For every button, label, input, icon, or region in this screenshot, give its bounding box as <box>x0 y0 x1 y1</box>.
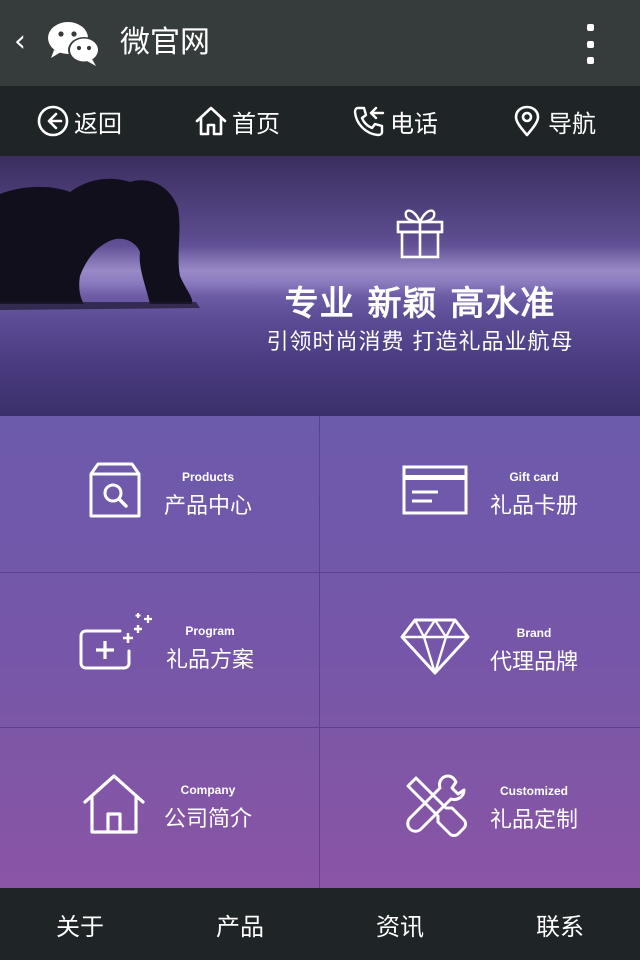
grid-item-program[interactable]: Program 礼品方案 <box>0 573 320 728</box>
arrow-left-circle-icon <box>37 105 69 137</box>
tools-icon <box>406 774 467 837</box>
grid-item-en-label: Company <box>180 783 236 797</box>
grid-item-en-label: Gift card <box>509 470 559 484</box>
grid-item-company[interactable]: Company 公司简介 <box>0 728 320 888</box>
top-nav: 返回 首页 电话 导航 <box>0 86 640 156</box>
product-search-box-icon <box>89 462 141 518</box>
grid-item-cn-label: 礼品定制 <box>489 808 578 833</box>
nav-map-label: 导航 <box>548 109 596 138</box>
tab-news[interactable]: 资讯 <box>320 888 480 960</box>
hero-banner: 专业 新颖 高水准 引领时尚消费 打造礼品业航母 <box>0 156 640 416</box>
nav-phone-button[interactable]: 电话 <box>352 86 438 156</box>
banner-title: 专业 新颖 高水准 <box>284 284 556 324</box>
bottom-tab-bar: 关于 产品 资讯 联系 <box>0 888 640 960</box>
house-icon <box>83 774 145 834</box>
phone-icon <box>353 106 385 137</box>
more-vertical-icon[interactable] <box>582 24 598 64</box>
grid-item-cn-label: 代理品牌 <box>489 650 578 675</box>
grid-item-en-label: Brand <box>516 626 552 640</box>
map-pin-icon <box>514 105 540 137</box>
grid-item-brand[interactable]: Brand 代理品牌 <box>320 573 640 728</box>
home-icon <box>195 106 227 136</box>
grid-item-en-label: Products <box>181 470 234 484</box>
nav-home-label: 首页 <box>232 109 280 138</box>
card-icon <box>402 465 468 515</box>
add-sparkle-icon <box>79 613 152 670</box>
feature-grid: Products 产品中心 Gift card 礼品卡册 Program 礼品方… <box>0 416 640 888</box>
grid-item-cn-label: 公司简介 <box>163 807 252 832</box>
sea-arch-rock-image <box>0 178 200 310</box>
nav-phone-label: 电话 <box>390 109 438 138</box>
title-bar: ‹ 微官网 <box>0 0 640 86</box>
diamond-icon <box>400 618 470 675</box>
grid-item-cn-label: 礼品卡册 <box>489 494 578 519</box>
banner-subtitle: 引领时尚消费 打造礼品业航母 <box>266 330 574 355</box>
grid-item-cn-label: 礼品方案 <box>165 648 254 673</box>
grid-item-en-label: Program <box>185 624 235 638</box>
nav-home-button[interactable]: 首页 <box>194 86 280 156</box>
app-title: 微官网 <box>120 25 210 60</box>
gift-icon <box>396 209 444 259</box>
nav-back-label: 返回 <box>74 109 122 138</box>
chevron-left-icon[interactable]: ‹ <box>14 27 26 57</box>
grid-item-products[interactable]: Products 产品中心 <box>0 416 320 573</box>
wechat-logo-icon <box>48 22 100 66</box>
tab-contact[interactable]: 联系 <box>480 888 640 960</box>
grid-item-gift-card[interactable]: Gift card 礼品卡册 <box>320 416 640 573</box>
tab-about[interactable]: 关于 <box>0 888 160 960</box>
nav-map-button[interactable]: 导航 <box>510 86 596 156</box>
nav-back-button[interactable]: 返回 <box>36 86 122 156</box>
grid-item-cn-label: 产品中心 <box>163 494 252 519</box>
grid-item-en-label: Customized <box>499 784 568 798</box>
grid-item-customized[interactable]: Customized 礼品定制 <box>320 728 640 888</box>
tab-products[interactable]: 产品 <box>160 888 320 960</box>
